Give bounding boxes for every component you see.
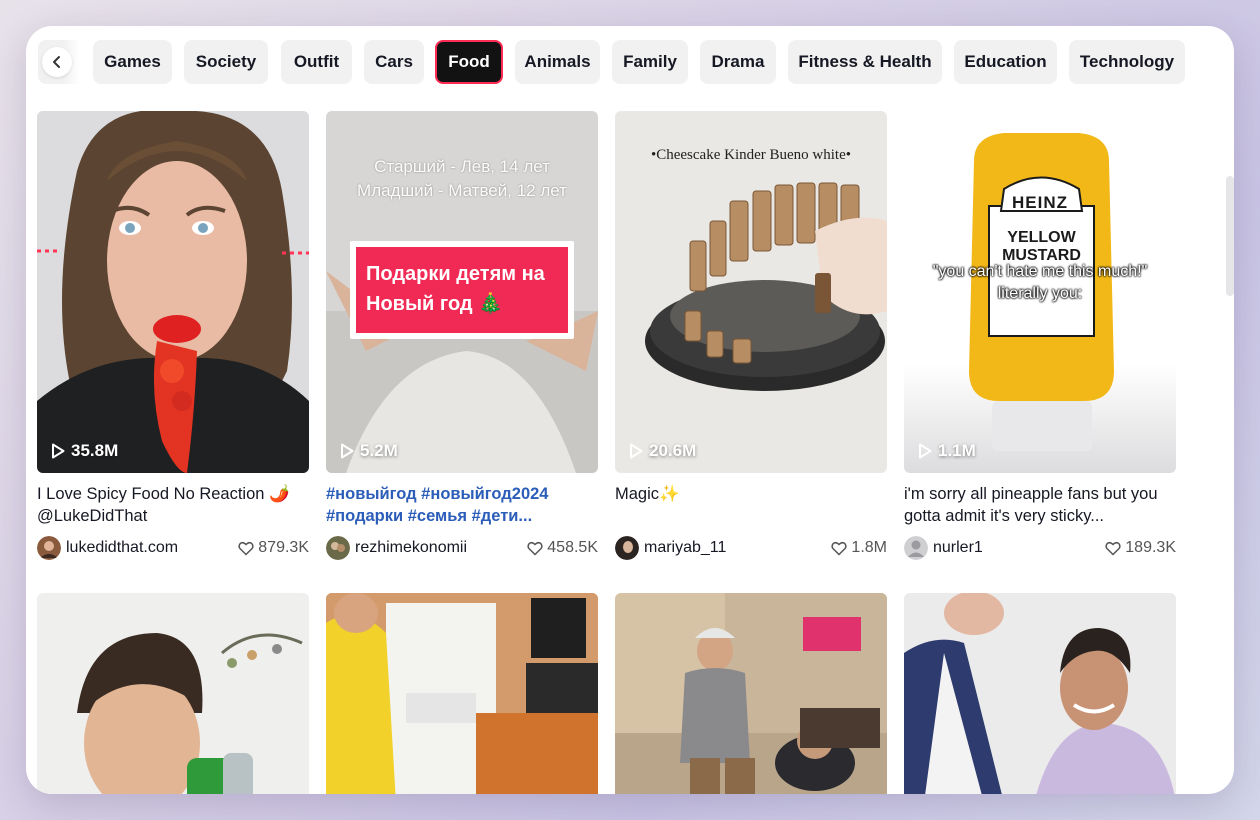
overlay-title: •Cheescake Kinder Bueno white• <box>650 147 852 163</box>
play-icon <box>52 443 65 459</box>
chip-society[interactable]: Society <box>184 40 268 84</box>
chip-fitness-health[interactable]: Fitness & Health <box>788 40 942 84</box>
video-card[interactable] <box>904 593 1176 794</box>
video-card[interactable]: HEINZ YELLOW MUSTARD "you can't hate me … <box>904 111 1176 561</box>
like-count: 458.5K <box>527 539 598 557</box>
like-count: 189.3K <box>1105 539 1176 557</box>
overlay-banner: Подарки детям на Новый год 🎄 <box>366 263 545 315</box>
view-count: 5.2M <box>340 441 398 461</box>
video-card[interactable]: •Cheescake Kinder Bueno white• 20.6M Mag… <box>615 111 887 561</box>
video-title[interactable]: I Love Spicy Food No Reaction 🌶️ @LukeDi… <box>37 483 309 527</box>
bottle-brand: HEINZ <box>1012 193 1068 212</box>
author-name[interactable]: lukedidthat.com <box>66 539 238 557</box>
chip-cars[interactable]: Cars <box>364 40 424 84</box>
video-thumbnail[interactable]: HEINZ YELLOW MUSTARD "you can't hate me … <box>904 111 1176 473</box>
avatar[interactable] <box>326 536 350 560</box>
view-count: 20.6M <box>629 441 696 461</box>
thumbnail-image <box>904 593 1176 794</box>
bottle-label: YELLOW MUSTARD <box>1002 229 1081 264</box>
thumbnail-image <box>326 593 598 794</box>
chip-animals[interactable]: Animals <box>515 40 600 84</box>
thumbnail-image <box>615 593 887 794</box>
video-thumbnail[interactable] <box>904 593 1176 794</box>
play-icon <box>919 443 932 459</box>
heart-icon <box>527 541 543 556</box>
like-count: 1.8M <box>831 539 887 557</box>
like-count: 879.3K <box>238 539 309 557</box>
video-card[interactable] <box>37 593 309 794</box>
thumbnail-image <box>615 111 887 473</box>
chip-games[interactable]: Games <box>93 40 172 84</box>
video-title[interactable]: #новыйгод #новыйгод2024 #подарки #семья … <box>326 483 598 527</box>
chevron-left-icon <box>42 47 72 77</box>
chip-food[interactable]: Food <box>435 40 503 84</box>
chip-technology[interactable]: Technology <box>1069 40 1185 84</box>
overlay-caption: "you can't hate me this much!" literally… <box>932 263 1148 302</box>
chip-family[interactable]: Family <box>612 40 688 84</box>
video-card[interactable]: 35.8M I Love Spicy Food No Reaction 🌶️ @… <box>37 111 309 561</box>
author-name[interactable]: mariyab_11 <box>644 539 831 557</box>
video-thumbnail[interactable]: 35.8M <box>37 111 309 473</box>
heart-icon <box>831 541 848 556</box>
explore-window: Games Society Outfit Cars Food Animals F… <box>26 26 1234 794</box>
video-card[interactable] <box>615 593 887 794</box>
play-icon <box>341 443 354 459</box>
video-card[interactable] <box>326 593 598 794</box>
video-thumbnail[interactable] <box>37 593 309 794</box>
avatar[interactable] <box>37 536 61 560</box>
play-icon <box>630 443 643 459</box>
video-title[interactable]: Magic✨ <box>615 483 887 527</box>
category-bar: Games Society Outfit Cars Food Animals F… <box>38 40 1194 84</box>
author-name[interactable]: rezhimekonomii <box>355 539 527 557</box>
overlay-subtitle: Старший - Лев, 14 лет Младший - Матвей, … <box>357 157 567 200</box>
heart-icon <box>1105 541 1121 556</box>
video-card[interactable]: Старший - Лев, 14 лет Младший - Матвей, … <box>326 111 598 561</box>
thumbnail-image <box>37 593 309 794</box>
chip-outfit[interactable]: Outfit <box>281 40 352 84</box>
video-title[interactable]: i'm sorry all pineapple fans but you got… <box>904 483 1176 527</box>
chip-education[interactable]: Education <box>954 40 1057 84</box>
author-name[interactable]: nurler1 <box>933 539 1105 557</box>
avatar[interactable] <box>904 536 928 560</box>
thumbnail-image <box>37 111 309 473</box>
view-count: 1.1M <box>918 441 976 461</box>
chip-drama[interactable]: Drama <box>700 40 776 84</box>
heart-icon <box>238 541 254 556</box>
avatar[interactable] <box>615 536 639 560</box>
video-thumbnail[interactable]: Старший - Лев, 14 лет Младший - Матвей, … <box>326 111 598 473</box>
view-count: 35.8M <box>51 441 118 461</box>
video-thumbnail[interactable] <box>326 593 598 794</box>
scroll-left-button[interactable] <box>38 40 80 84</box>
video-thumbnail[interactable]: •Cheescake Kinder Bueno white• 20.6M <box>615 111 887 473</box>
scrollbar[interactable] <box>1226 176 1234 296</box>
video-thumbnail[interactable] <box>615 593 887 794</box>
